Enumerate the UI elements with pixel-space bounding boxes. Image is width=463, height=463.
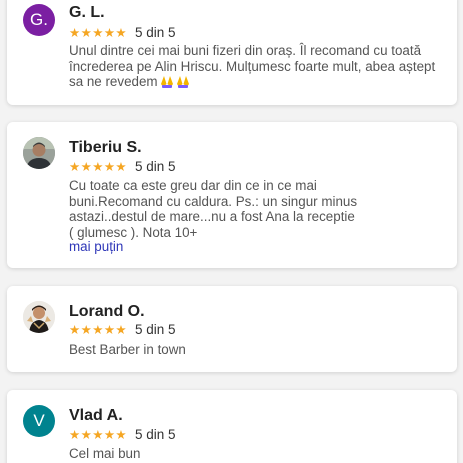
- star-rating-icon: ★★★★★: [69, 323, 128, 337]
- review-text: Cu toate ca este greu dar din ce in ce m…: [69, 178, 358, 240]
- avatar: [23, 301, 55, 333]
- review-card: Lorand O. ★★★★★ 5 din 5 Best Barber in t…: [7, 286, 457, 372]
- reviewer-name: Lorand O.: [69, 303, 145, 320]
- star-rating-icon: ★★★★★: [69, 160, 128, 174]
- profile-photo-icon: [23, 137, 55, 169]
- review-card: G. G. L. ★★★★★ 5 din 5 Unul dintre cei m…: [7, 0, 457, 105]
- star-rating-icon: ★★★★★: [69, 26, 128, 40]
- rating-text: 5 din 5: [135, 427, 176, 442]
- profile-photo-icon: [23, 301, 55, 333]
- reviews-list: G. G. L. ★★★★★ 5 din 5 Unul dintre cei m…: [0, 0, 463, 463]
- reviewer-name: G. L.: [69, 4, 105, 21]
- rating-text: 5 din 5: [135, 322, 176, 337]
- star-rating-icon: ★★★★★: [69, 428, 128, 442]
- rating-row: ★★★★★ 5 din 5: [69, 25, 176, 41]
- avatar-initial: V: [33, 411, 45, 430]
- avatar-initial: G.: [30, 10, 48, 29]
- rating-row: ★★★★★ 5 din 5: [69, 159, 176, 175]
- avatar: [23, 137, 55, 169]
- review-text: Best Barber in town: [69, 342, 186, 357]
- review-card: V Vlad A. ★★★★★ 5 din 5 Cel mai bun: [7, 390, 457, 463]
- review-text: Cel mai bun: [69, 446, 141, 461]
- rating-row: ★★★★★ 5 din 5: [69, 322, 176, 338]
- show-less-link[interactable]: mai puțin: [69, 239, 123, 255]
- review-card: Tiberiu S. ★★★★★ 5 din 5 Cu toate ca est…: [7, 122, 457, 268]
- avatar: G.: [23, 4, 55, 36]
- rating-text: 5 din 5: [135, 159, 176, 174]
- reviewer-name: Tiberiu S.: [69, 139, 142, 156]
- folded-hands-icon: [176, 75, 190, 92]
- avatar: V: [23, 405, 55, 437]
- rating-text: 5 din 5: [135, 25, 176, 40]
- review-text: Unul dintre cei mai buni fizeri din oraș…: [69, 43, 449, 92]
- folded-hands-icon: [160, 75, 174, 92]
- reviewer-name: Vlad A.: [69, 407, 123, 424]
- rating-row: ★★★★★ 5 din 5: [69, 427, 176, 443]
- review-text-body: Unul dintre cei mai buni fizeri din oraș…: [69, 43, 436, 89]
